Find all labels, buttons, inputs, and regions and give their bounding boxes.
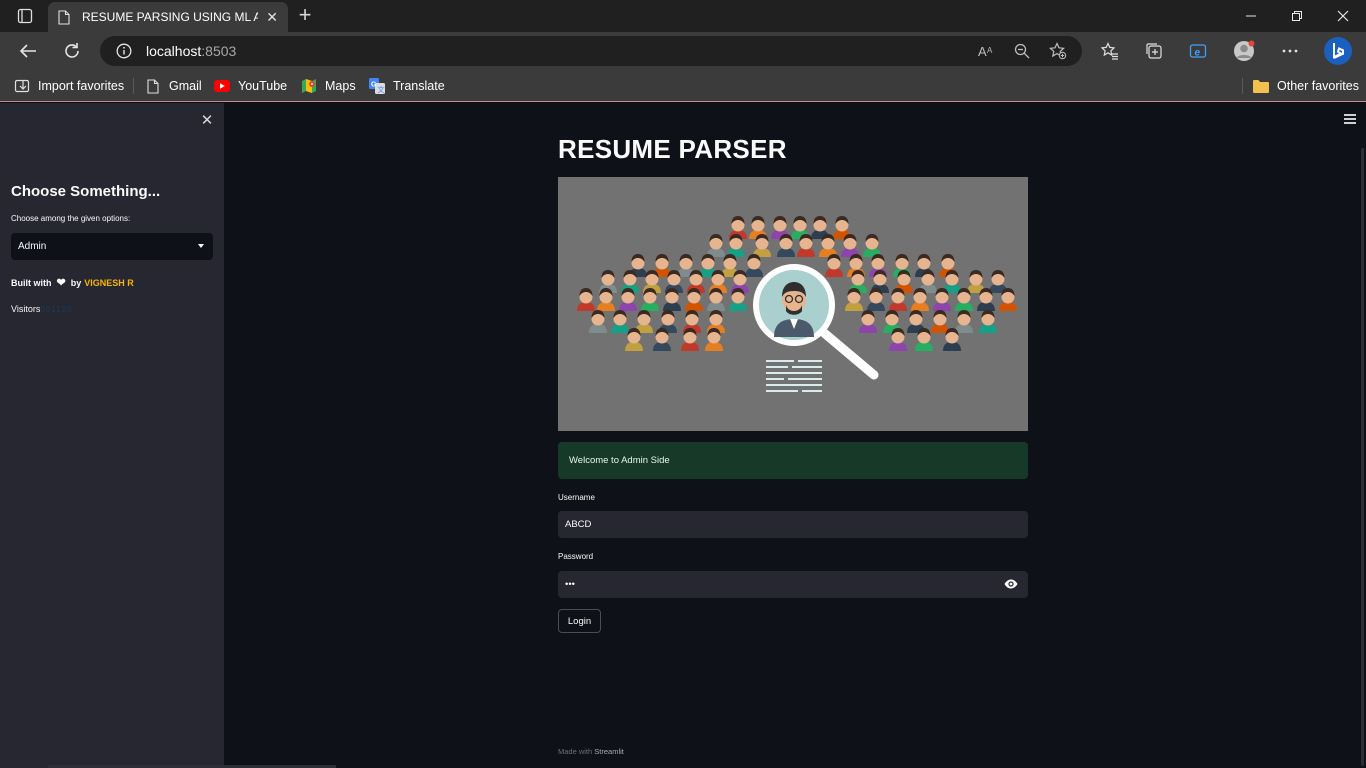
profile-avatar-icon[interactable] (1232, 39, 1256, 63)
tab-title: RESUME PARSING USING ML AN (82, 10, 258, 24)
youtube-icon (214, 78, 230, 94)
read-aloud-icon[interactable]: AA (978, 43, 996, 59)
translate-icon: G文 (369, 78, 385, 94)
favorites-divider (133, 78, 134, 94)
back-button[interactable] (14, 38, 42, 64)
role-select[interactable]: Admin (11, 233, 213, 260)
built-with-credit: Built with ❤ by VIGNESH R (11, 276, 134, 289)
minimize-button[interactable] (1228, 0, 1274, 32)
footer-prefix: Made with (558, 747, 593, 756)
menu-icon[interactable] (1344, 114, 1356, 124)
caret-down-icon (198, 244, 204, 248)
visitor-counter: Visitors001128 (11, 304, 72, 314)
tab-close-icon[interactable]: ✕ (266, 9, 278, 26)
show-password-eye-icon[interactable] (1004, 579, 1018, 589)
built-with-text: Built with (11, 277, 52, 288)
username-value: ABCD (565, 519, 592, 530)
favorites-bar: Import favorites Gmail YouTube Maps G文 T… (0, 70, 1366, 102)
password-label: Password (558, 552, 594, 561)
refresh-button[interactable] (58, 38, 86, 64)
address-bar[interactable]: localhost:8503 AA (100, 36, 1082, 66)
password-value: ••• (565, 579, 575, 590)
favorite-maps[interactable]: Maps (301, 76, 356, 96)
back-arrow-icon (19, 44, 36, 58)
page-icon (145, 78, 161, 94)
select-label: Choose among the given options: (11, 214, 131, 223)
favorite-translate-label: Translate (393, 79, 445, 93)
sidebar-close-icon[interactable]: ✕ (199, 113, 215, 129)
folder-icon (1253, 78, 1269, 94)
more-options-icon[interactable] (1278, 39, 1302, 63)
role-select-value: Admin (18, 241, 47, 252)
svg-text:A: A (987, 46, 993, 55)
svg-text:e: e (1195, 48, 1201, 59)
restore-icon (1292, 11, 1302, 21)
page-title: RESUME PARSER (558, 134, 787, 164)
favorite-gmail-label: Gmail (169, 79, 202, 93)
author-link[interactable]: VIGNESH R (84, 278, 134, 288)
new-tab-button[interactable]: + (292, 4, 318, 28)
browser-tab-bar: RESUME PARSING USING ML AN ✕ + (0, 0, 1366, 32)
favorite-import-label: Import favorites (38, 79, 125, 93)
favorite-import[interactable]: Import favorites (14, 76, 124, 96)
page-icon (58, 9, 70, 25)
vertical-scrollbar[interactable] (1361, 148, 1364, 766)
browser-toolbar: localhost:8503 AA e (0, 32, 1366, 70)
main-content: RESUME PARSER Welcome to Admin Side User… (224, 103, 1366, 768)
heart-icon: ❤ (56, 277, 66, 289)
favorite-youtube-label: YouTube (238, 79, 288, 93)
site-info-icon[interactable] (116, 43, 132, 59)
favorite-gmail[interactable]: Gmail (145, 76, 202, 96)
login-button[interactable]: Login (558, 609, 601, 633)
url-port: :8503 (201, 43, 237, 59)
svg-text:G: G (371, 82, 377, 89)
favorites-icon[interactable] (1098, 39, 1122, 63)
visitors-label: Visitors (11, 304, 41, 314)
favorite-maps-label: Maps (325, 79, 356, 93)
favorites-divider (1242, 78, 1243, 94)
svg-text:A: A (978, 44, 987, 58)
close-icon (1337, 10, 1349, 22)
svg-text:文: 文 (378, 85, 385, 94)
other-favorites[interactable]: Other favorites (1253, 76, 1359, 96)
add-favorite-icon[interactable] (1049, 42, 1067, 60)
sidebar: ✕ Choose Something... Choose among the g… (0, 103, 224, 768)
restore-button[interactable] (1274, 0, 1320, 32)
zoom-out-icon[interactable] (1013, 43, 1031, 59)
favorite-translate[interactable]: G文 Translate (369, 76, 445, 96)
streamlit-link[interactable]: Streamlit (594, 747, 624, 756)
built-by-text: by (70, 277, 82, 288)
username-input[interactable]: ABCD (558, 511, 1028, 538)
welcome-alert: Welcome to Admin Side (558, 442, 1028, 479)
minimize-icon (1246, 15, 1256, 17)
sidebar-heading: Choose Something... (11, 183, 161, 200)
refresh-icon (65, 43, 79, 58)
hero-illustration (558, 177, 1028, 431)
username-label: Username (558, 493, 595, 502)
maps-icon (301, 78, 317, 94)
bing-copilot-icon[interactable] (1322, 35, 1354, 67)
favorite-youtube[interactable]: YouTube (214, 76, 287, 96)
ie-mode-icon[interactable]: e (1186, 39, 1210, 63)
visitors-count: 001128 (40, 305, 73, 314)
password-input[interactable]: ••• (558, 571, 1028, 598)
url-host: localhost (146, 43, 202, 59)
tab-actions-button[interactable] (8, 4, 42, 28)
close-window-button[interactable] (1320, 0, 1366, 32)
other-favorites-label: Other favorites (1277, 79, 1359, 93)
browser-tab-active[interactable]: RESUME PARSING USING ML AN ✕ (48, 2, 288, 32)
tab-actions-icon (17, 8, 33, 24)
import-icon (14, 78, 30, 94)
collections-icon[interactable] (1142, 39, 1166, 63)
footer: Made with Streamlit (558, 747, 624, 756)
